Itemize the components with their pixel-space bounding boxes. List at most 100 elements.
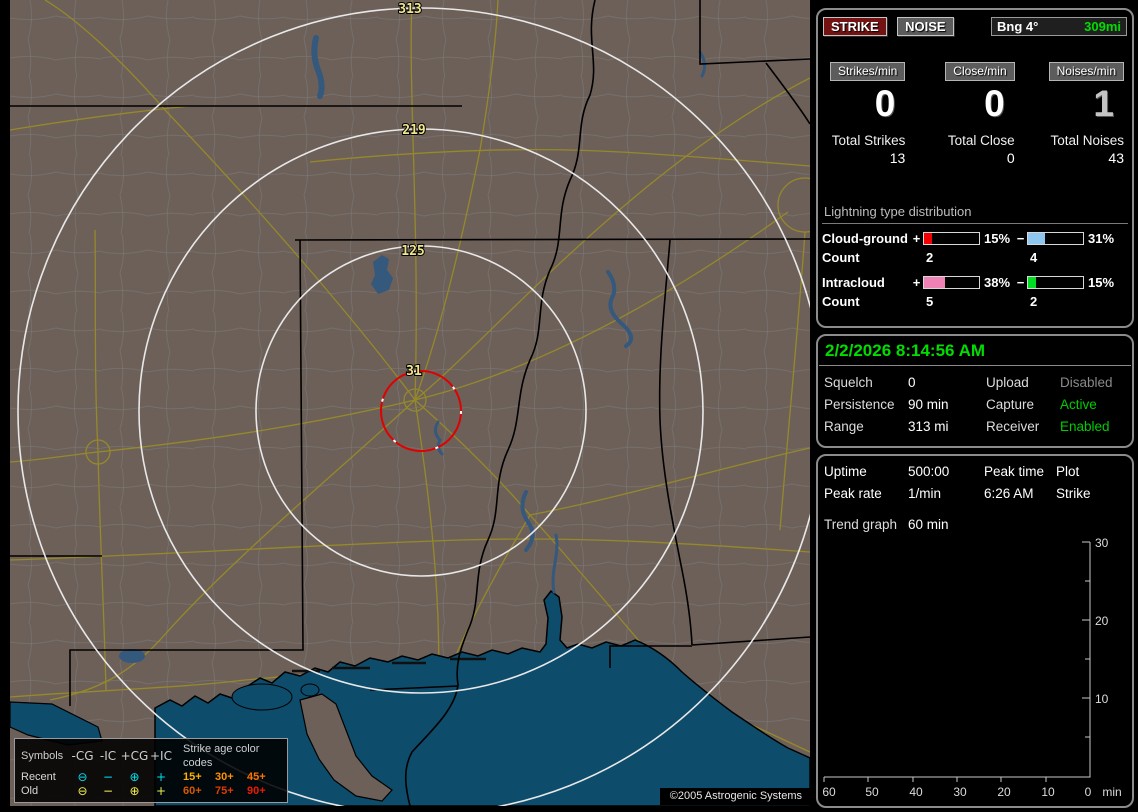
capture-status: Active <box>1060 397 1097 412</box>
peak-time-label: Peak time <box>984 464 1045 479</box>
cloud-ground-count-row: Count 2 4 <box>822 250 1128 265</box>
ic-negative-pct: 15% <box>1088 275 1115 290</box>
count-label: Count <box>822 294 860 309</box>
old-neg-ic-icon: − <box>102 784 114 798</box>
x-axis-labels: 60 50 40 30 20 10 0 min <box>822 785 1121 799</box>
age-90: 90+ <box>247 785 266 797</box>
plus-sign: + <box>912 275 921 290</box>
svg-text:30: 30 <box>953 785 967 799</box>
cg-negative-count: 4 <box>1030 250 1038 265</box>
persistence-value: 90 min <box>908 397 949 412</box>
squelch-label: Squelch <box>824 375 873 390</box>
trend-window-value: 60 min <box>908 517 949 532</box>
age-60: 60+ <box>183 785 202 797</box>
noises-per-min-button[interactable]: Noises/min <box>1048 62 1124 81</box>
y-axis-ticks <box>1082 541 1090 738</box>
legend-old-label: Old <box>21 785 39 797</box>
distribution-title: Lightning type distribution <box>822 204 1128 224</box>
total-close-label: Total Close <box>947 133 1015 148</box>
minus-sign: − <box>1016 231 1025 246</box>
plot-label: Plot <box>1056 464 1080 479</box>
old-pos-cg-icon: ⊕ <box>129 784 140 798</box>
cloud-ground-row: Cloud-ground + 15% − 31% <box>822 231 1128 246</box>
persistence-label: Persistence <box>824 397 895 412</box>
datetime-display: 2/2/2026 8:14:56 AM <box>819 336 1131 366</box>
legend-col-pos-cg: +CG <box>120 749 149 763</box>
total-close-value: 0 <box>1006 150 1015 166</box>
close-column: Close/min 0 Total Close 0 <box>935 62 1015 166</box>
count-label: Count <box>822 250 860 265</box>
plus-sign: + <box>912 231 921 246</box>
strike-stats-panel: STRIKE NOISE Bng 4° 309mi Strikes/min 0 … <box>816 8 1134 328</box>
strikes-per-min-value: 0 <box>874 83 896 124</box>
y-axis-labels: 30 20 10 <box>1095 536 1109 706</box>
noises-per-min-value: 1 <box>1093 83 1114 124</box>
ic-negative-count: 2 <box>1030 294 1038 309</box>
age-75: 75+ <box>215 785 234 797</box>
cg-negative-bar <box>1027 232 1084 245</box>
recent-pos-cg-icon: ⊕ <box>129 770 140 784</box>
legend-col-neg-ic: -IC <box>99 749 117 763</box>
cg-negative-pct: 31% <box>1088 231 1115 246</box>
legend-col-pos-ic: +IC <box>150 749 172 763</box>
receiver-label: Receiver <box>986 419 1040 434</box>
svg-text:125: 125 <box>401 244 424 259</box>
uptime-value: 500:00 <box>908 464 950 479</box>
recent-neg-ic-icon: − <box>102 770 114 784</box>
ic-positive-pct: 38% <box>984 275 1011 290</box>
svg-text:31: 31 <box>406 364 422 379</box>
intracloud-row: Intracloud + 38% − 15% <box>822 275 1128 290</box>
lightning-map[interactable]: 313 219 125 31 Symbols -CG -IC +CG +IC S… <box>10 0 810 806</box>
svg-text:219: 219 <box>402 123 425 138</box>
cg-positive-pct: 15% <box>984 231 1011 246</box>
trend-chart: 30 20 10 60 50 40 30 20 10 0 min <box>822 536 1121 799</box>
svg-text:20: 20 <box>997 785 1011 799</box>
bearing-readout: Bng 4° 309mi <box>991 17 1127 36</box>
legend-recent-label: Recent <box>21 771 56 783</box>
svg-text:50: 50 <box>865 785 879 799</box>
age-45: 45+ <box>247 771 266 783</box>
squelch-value: 0 <box>908 375 916 390</box>
intracloud-label: Intracloud <box>822 275 885 290</box>
svg-text:10: 10 <box>1041 785 1055 799</box>
total-strikes-label: Total Strikes <box>831 133 906 148</box>
legend-age-header: Strike age color codes <box>183 743 260 769</box>
close-per-min-button[interactable]: Close/min <box>945 62 1015 81</box>
ic-negative-bar <box>1027 276 1084 289</box>
strikes-per-min-button[interactable]: Strikes/min <box>829 62 906 81</box>
ic-positive-bar <box>923 276 980 289</box>
strike-button[interactable]: STRIKE <box>823 17 887 36</box>
upload-status: Disabled <box>1060 375 1113 390</box>
old-neg-cg-icon: ⊖ <box>77 784 88 798</box>
total-noises-label: Total Noises <box>1050 133 1124 148</box>
old-pos-ic-icon: + <box>155 784 167 798</box>
svg-text:313: 313 <box>398 2 421 17</box>
peak-time-value: 6:26 AM <box>984 486 1034 501</box>
svg-text:40: 40 <box>909 785 923 799</box>
recent-pos-ic-icon: + <box>155 770 167 784</box>
range-value: 313 mi <box>908 419 949 434</box>
close-per-min-value: 0 <box>984 83 1005 124</box>
cloud-ground-label: Cloud-ground <box>822 231 908 246</box>
uptime-label: Uptime <box>824 464 867 479</box>
noise-button[interactable]: NOISE <box>897 17 954 36</box>
strikes-column: Strikes/min 0 Total Strikes 13 <box>826 62 906 166</box>
noises-column: Noises/min 1 Total Noises 43 <box>1045 62 1124 166</box>
trend-graph-label: Trend graph <box>824 517 898 532</box>
svg-text:60: 60 <box>822 785 836 799</box>
svg-text:20: 20 <box>1095 614 1109 628</box>
upload-label: Upload <box>986 375 1029 390</box>
x-axis-unit: min <box>1102 785 1121 799</box>
bearing-label: Bng 4° <box>997 19 1039 34</box>
copyright-text: ©2005 Astrogenic Systems <box>659 788 810 805</box>
capture-label: Capture <box>986 397 1035 412</box>
age-15: 15+ <box>183 771 202 783</box>
cg-positive-bar <box>923 232 980 245</box>
plot-mode-value: Strike <box>1056 486 1091 501</box>
trend-panel: Uptime 500:00 Peak time Plot Peak rate 1… <box>816 454 1134 808</box>
legend-symbols-header: Symbols <box>21 750 64 762</box>
peak-rate-label: Peak rate <box>824 486 882 501</box>
receiver-status: Enabled <box>1060 419 1110 434</box>
nexstorm-window: 313 219 125 31 Symbols -CG -IC +CG +IC S… <box>0 0 1138 812</box>
ic-positive-count: 5 <box>926 294 934 309</box>
